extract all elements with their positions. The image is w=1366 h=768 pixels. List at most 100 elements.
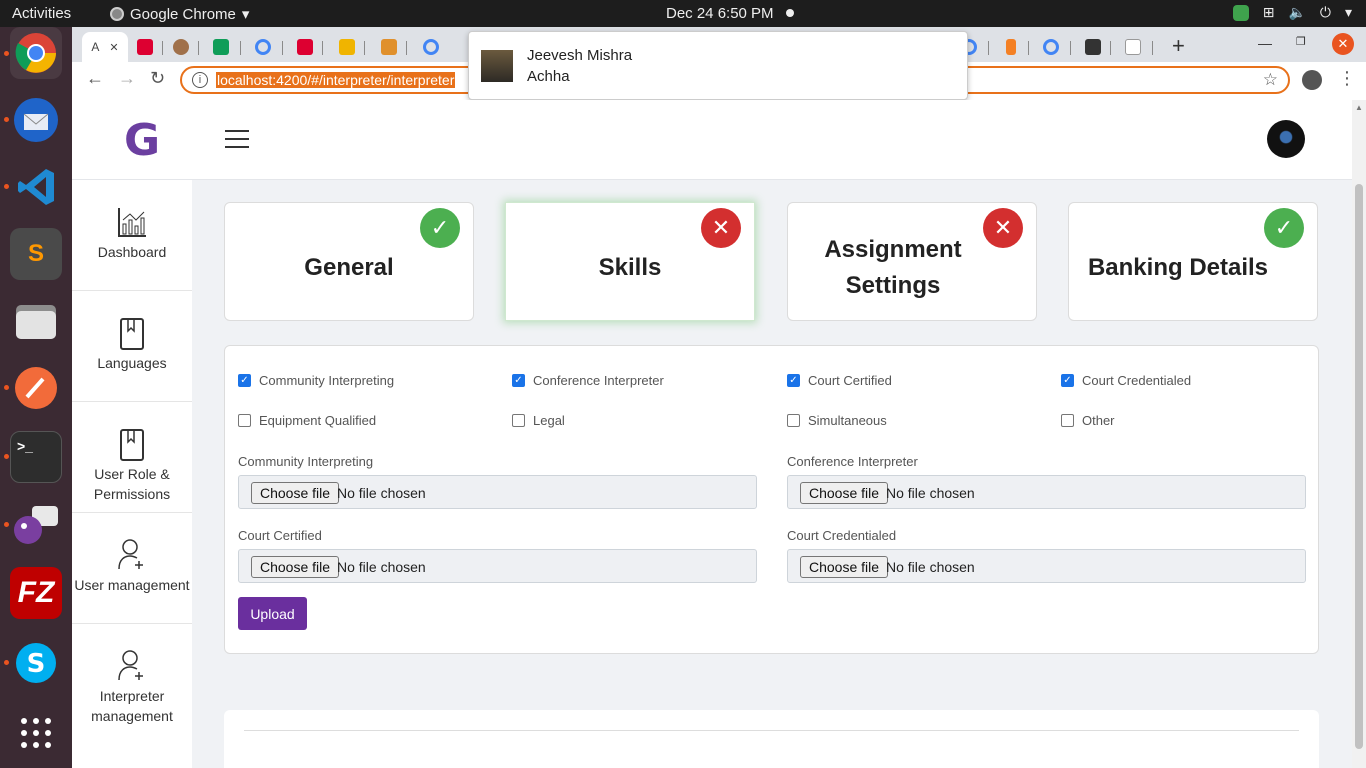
page-scrollbar[interactable]: ▲ [1352, 100, 1366, 768]
new-tab-button[interactable]: + [1172, 33, 1185, 59]
scroll-up-icon[interactable]: ▲ [1355, 103, 1363, 112]
app-menu[interactable]: Google Chrome ▾ [110, 5, 249, 23]
maximize-button[interactable]: ❐ [1296, 35, 1306, 48]
checkbox-unchecked-icon[interactable] [787, 414, 800, 427]
checkbox-legal[interactable]: Legal [512, 413, 565, 428]
system-tray[interactable]: ⊞ 🔈 ⏻ ▾ [1232, 4, 1352, 21]
angular-icon [297, 39, 313, 55]
close-tab-icon[interactable]: ✕ [109, 41, 118, 54]
checkbox-simultaneous[interactable]: Simultaneous [787, 413, 887, 428]
checkbox-equipment-qualified[interactable]: Equipment Qualified [238, 413, 376, 428]
step-title: Assignment Settings [824, 236, 962, 299]
step-card-general[interactable]: General ✓ [224, 202, 474, 321]
tab-google-4[interactable] [1034, 32, 1068, 62]
clock[interactable]: Dec 24 6:50 PM [666, 5, 774, 22]
sidebar-item-interpreter-management[interactable]: Interpreter management [72, 624, 192, 735]
sender-avatar [481, 50, 513, 82]
tab-sheets[interactable] [204, 32, 238, 62]
tab-google-2[interactable] [414, 32, 448, 62]
sidebar-item-user-roles[interactable]: User Role & Permissions [72, 402, 192, 513]
checkbox-other[interactable]: Other [1061, 413, 1115, 428]
reload-button[interactable]: ↻ [150, 68, 165, 89]
svg-text:S: S [27, 649, 46, 679]
upload-label-court-certified: Court Certified [238, 528, 322, 543]
file-input-conference-interpreter[interactable]: Choose file No file chosen [787, 475, 1306, 509]
sidebar-item-user-management[interactable]: User management [72, 513, 192, 624]
checkbox-unchecked-icon[interactable] [1061, 414, 1074, 427]
checkbox-court-certified[interactable]: ✓ Court Certified [787, 373, 892, 388]
tab-pma-2[interactable] [372, 32, 406, 62]
thunderbird-dock-icon[interactable] [10, 94, 62, 146]
minimize-button[interactable]: — [1258, 35, 1272, 51]
tab-dark[interactable] [1076, 32, 1110, 62]
info-icon[interactable]: i [192, 72, 208, 88]
forward-button[interactable]: → [118, 68, 136, 89]
choose-file-button[interactable]: Choose file [251, 482, 340, 504]
pidgin-dock-icon[interactable] [10, 499, 62, 551]
upload-button[interactable]: Upload [238, 597, 307, 630]
sidebar-item-languages[interactable]: Languages [72, 291, 192, 402]
checkbox-checked-icon[interactable]: ✓ [787, 374, 800, 387]
hamburger-menu-icon[interactable] [225, 130, 249, 148]
sidebar-item-dashboard[interactable]: Dashboard [72, 180, 192, 291]
terminal-dock-icon[interactable]: >_ [10, 431, 62, 483]
tab-active[interactable]: A ✕ [82, 32, 128, 62]
file-input-court-credentialed[interactable]: Choose file No file chosen [787, 549, 1306, 583]
menu-kebab-icon[interactable]: ⋮ [1338, 68, 1356, 89]
chevron-down-icon: ▾ [241, 6, 250, 23]
step-card-banking-details[interactable]: Banking Details ✓ [1068, 202, 1318, 321]
checkbox-checked-icon[interactable]: ✓ [512, 374, 525, 387]
show-apps-icon[interactable] [10, 707, 62, 759]
update-shield-icon[interactable] [1232, 4, 1249, 21]
sender-name: Jeevesh Mishra [527, 47, 633, 64]
user-avatar[interactable] [1267, 120, 1305, 158]
file-input-court-certified[interactable]: Choose file No file chosen [238, 549, 757, 583]
checkbox-checked-icon[interactable]: ✓ [238, 374, 251, 387]
choose-file-button[interactable]: Choose file [800, 482, 889, 504]
tab-google[interactable] [246, 32, 280, 62]
checkbox-checked-icon[interactable]: ✓ [1061, 374, 1074, 387]
sidebar-item-label: Interpreter management [91, 688, 173, 724]
postman-dock-icon[interactable] [10, 362, 62, 414]
tab-stackoverflow[interactable] [994, 32, 1028, 62]
checkbox-community-interpreting[interactable]: ✓ Community Interpreting [238, 373, 394, 388]
activities-button[interactable]: Activities [12, 5, 71, 22]
skills-form: ✓ Community Interpreting ✓ Conference Inte… [224, 345, 1319, 654]
checkbox-court-credentialed[interactable]: ✓ Court Credentialed [1061, 373, 1191, 388]
files-dock-icon[interactable] [10, 295, 62, 347]
choose-file-button[interactable]: Choose file [800, 556, 889, 578]
sidebar-item-label: User Role & Permissions [93, 466, 171, 502]
tab-github[interactable] [164, 32, 198, 62]
filezilla-dock-icon[interactable]: FZ [10, 567, 62, 619]
tab-angular-2[interactable] [288, 32, 322, 62]
sublime-dock-icon[interactable]: S [10, 228, 62, 280]
chat-notification[interactable]: Jeevesh Mishra Achha [468, 31, 968, 100]
chrome-dock-icon[interactable] [10, 27, 62, 79]
vscode-dock-icon[interactable] [10, 161, 62, 213]
checkbox-conference-interpreter[interactable]: ✓ Conference Interpreter [512, 373, 664, 388]
checkbox-unchecked-icon[interactable] [512, 414, 525, 427]
skype-dock-icon[interactable]: S [10, 637, 62, 689]
choose-file-button[interactable]: Choose file [251, 556, 340, 578]
running-indicator [4, 184, 9, 189]
book-icon [120, 429, 144, 461]
tab-pma[interactable] [330, 32, 364, 62]
url-text[interactable]: localhost:4200/#/interpreter/interpreter [216, 72, 456, 88]
site-icon [1085, 39, 1101, 55]
step-card-skills[interactable]: Skills ✕ [505, 202, 755, 321]
document-icon [1125, 39, 1141, 55]
error-icon: ✕ [701, 208, 741, 248]
tab-angular[interactable] [128, 32, 162, 62]
close-window-button[interactable]: ✕ [1332, 33, 1354, 55]
tab-doc[interactable] [1116, 32, 1150, 62]
scrollbar-thumb[interactable] [1355, 184, 1363, 749]
checkbox-unchecked-icon[interactable] [238, 414, 251, 427]
check-icon: ✓ [1264, 208, 1304, 248]
back-button[interactable]: ← [86, 68, 104, 89]
step-card-assignment-settings[interactable]: Assignment Settings ✕ [787, 202, 1037, 321]
file-input-community-interpreting[interactable]: Choose file No file chosen [238, 475, 757, 509]
profile-icon[interactable] [1302, 70, 1322, 90]
app-logo[interactable]: G [112, 110, 172, 170]
bookmark-star-icon[interactable]: ☆ [1263, 70, 1278, 90]
running-indicator [4, 660, 9, 665]
